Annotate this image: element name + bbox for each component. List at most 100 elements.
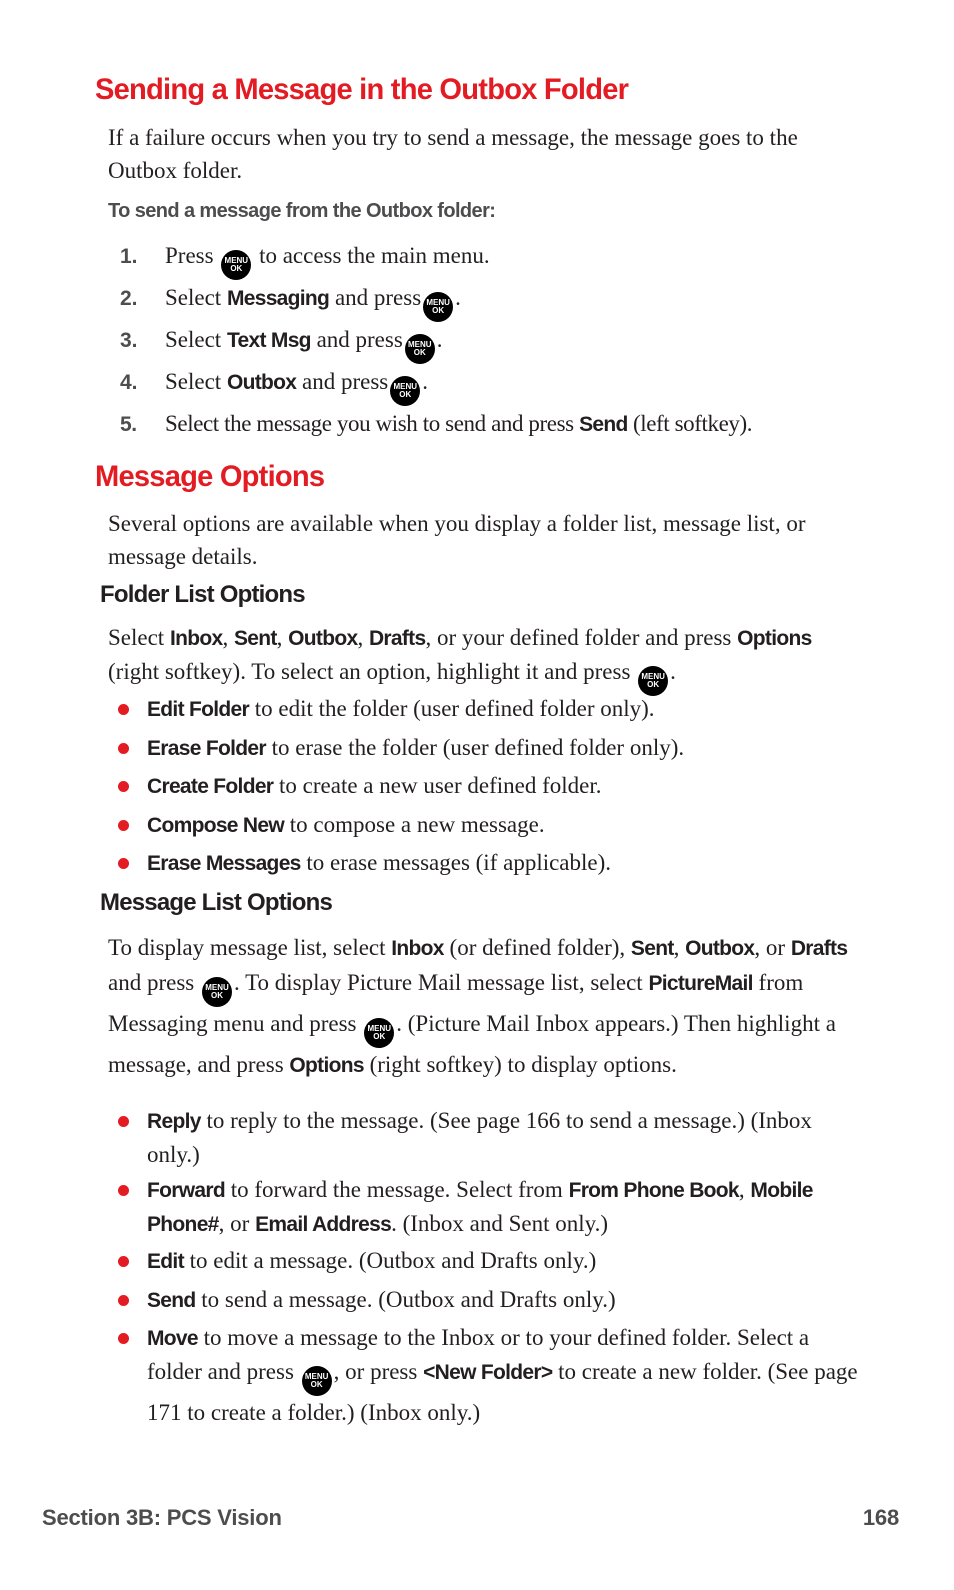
ok-key-label: OK [210,990,223,1000]
outbox-intro: If a failure occurs when you try to send… [108,125,798,183]
step-text: Select [165,327,222,352]
folder-option-item: Edit Folder to edit the folder (user def… [118,692,848,726]
option-description: to compose a new message. [284,812,545,837]
option-name: Edit [147,1250,185,1273]
page-number: 168 [862,1505,899,1530]
message-option-send: Send to send a message. (Outbox and Draf… [118,1283,848,1317]
option-description: to edit a message. (Outbox and Drafts on… [183,1248,597,1273]
option-name: Erase Folder [147,737,267,760]
step-text: Press [165,243,214,268]
option-name: Reply [147,1110,201,1133]
folder-name: Outbox [288,627,358,650]
folder-option-item: Erase Folder to erase the folder (user d… [118,731,848,765]
step-text: Select the message you wish to send and … [165,411,574,436]
text: . (Inbox and Sent only.) [391,1211,609,1236]
folder-list-intro: Select Inbox, Sent, Outbox, Drafts, or y… [108,621,853,696]
message-option-reply: Reply to reply to the message. (See page… [118,1104,848,1171]
step-text: and press [316,327,403,352]
menu-ok-key-icon: MENU OK [364,1017,395,1048]
folder-name: Drafts [790,937,848,960]
bullet-icon [118,781,129,792]
folder-name: Inbox [391,937,444,960]
folder-name: Sent [630,937,674,960]
message-option-edit: Edit to edit a message. (Outbox and Draf… [118,1244,848,1278]
option-description: to create a new user defined folder. [273,773,602,798]
step-5: 5. Select the message you wish to send an… [120,407,880,441]
step-text: Select [165,285,222,310]
text: , [738,1177,751,1202]
menu-ok-key-icon: MENU OK [301,1366,332,1396]
menu-item-name: Messaging [226,287,330,310]
step-2: 2. Select Messaging and press MENU OK. [120,281,880,322]
text: , [222,625,234,650]
option-name: Move [147,1327,199,1350]
ok-key-label: OK [399,390,412,399]
text: , [276,625,289,650]
step-number: 2. [120,287,138,310]
text: , or your defined folder and press [425,625,738,650]
text: , or press [333,1359,424,1384]
option-description: to send a message. (Outbox and Drafts on… [195,1287,616,1312]
folder-name: Drafts [368,627,426,650]
step-text: to access the main menu. [259,243,490,268]
message-list-intro: To display message list, select Inbox (o… [108,931,858,1082]
softkey-name: Send [579,413,628,436]
text: (or defined folder), [443,935,631,960]
step-number: 1. [120,245,138,268]
option-description: to reply to the message. (See page 166 t… [147,1108,812,1167]
step-number: 5. [120,413,137,436]
step-3: 3. Select Text Msg and press MENU OK. [120,323,880,364]
text: (right softkey) to display options. [363,1051,677,1077]
bullet-icon [118,1333,129,1344]
option-name: Send [147,1289,196,1312]
ok-key-label: OK [413,348,426,357]
option-name: Create Folder [147,775,274,798]
ok-key-label: OK [432,306,445,315]
ok-key-label: OK [647,680,660,689]
step-text: Select [165,369,222,394]
bullet-icon [118,1256,129,1267]
menu-ok-key-icon: MENU OK [423,292,454,322]
menu-item-name: Outbox [226,371,297,394]
step-1: 1. Press MENU OK to access the main menu. [120,239,880,280]
section-title-message-options: Message Options [95,460,325,493]
menu-ok-key-icon: MENU OK [390,376,421,406]
text: Select [108,625,170,650]
option-description: to erase the folder (user defined folder… [265,735,685,760]
text: , or [218,1211,256,1236]
folder-option-item: Erase Messages to erase messages (if app… [118,846,848,880]
softkey-name: Options [737,627,812,650]
option-name: Forward [147,1179,226,1202]
section-title-outbox: Sending a Message in the Outbox Folder [95,73,629,106]
menu-ok-key-icon: MENU OK [404,334,435,364]
bullet-icon [118,743,129,754]
menu-ok-key-icon: MENU OK [221,250,252,280]
step-text: and press [302,369,389,394]
message-option-forward: Forward to forward the message. Select f… [118,1173,818,1241]
menu-item-name: Text Msg [226,329,312,352]
text: To display message list, select [108,935,392,960]
bullet-icon [118,820,129,831]
text: and press [108,969,200,995]
footer-section-label: Section 3B: PCS Vision [42,1505,282,1530]
ok-key-label: OK [230,264,243,273]
folder-option-item: Create Folder to create a new user defin… [118,769,848,803]
option-description: to edit the folder (user defined folder … [248,696,655,721]
option-name: Edit Folder [147,698,250,721]
step-4: 4. Select Outbox and press MENU OK. [120,365,880,406]
message-option-move: Move to move a message to the Inbox or t… [118,1321,863,1429]
step-number: 3. [120,329,138,352]
option-name: <New Folder> [423,1361,553,1384]
option-description: to erase messages (if applicable). [300,850,612,875]
option-name: From Phone Book [568,1179,740,1202]
folder-name: Inbox [169,627,223,650]
message-list-options-heading: Message List Options [100,889,333,916]
bullet-icon [118,858,129,869]
text: , [673,935,686,960]
text: . [670,659,676,684]
text: (right softkey). To select an option, hi… [108,659,637,684]
folder-option-item: Compose New to compose a new message. [118,808,848,842]
steps-subheading: To send a message from the Outbox folder… [108,200,496,222]
menu-item-name: PictureMail [648,971,753,995]
option-description: to forward the message. Select from [224,1177,569,1202]
